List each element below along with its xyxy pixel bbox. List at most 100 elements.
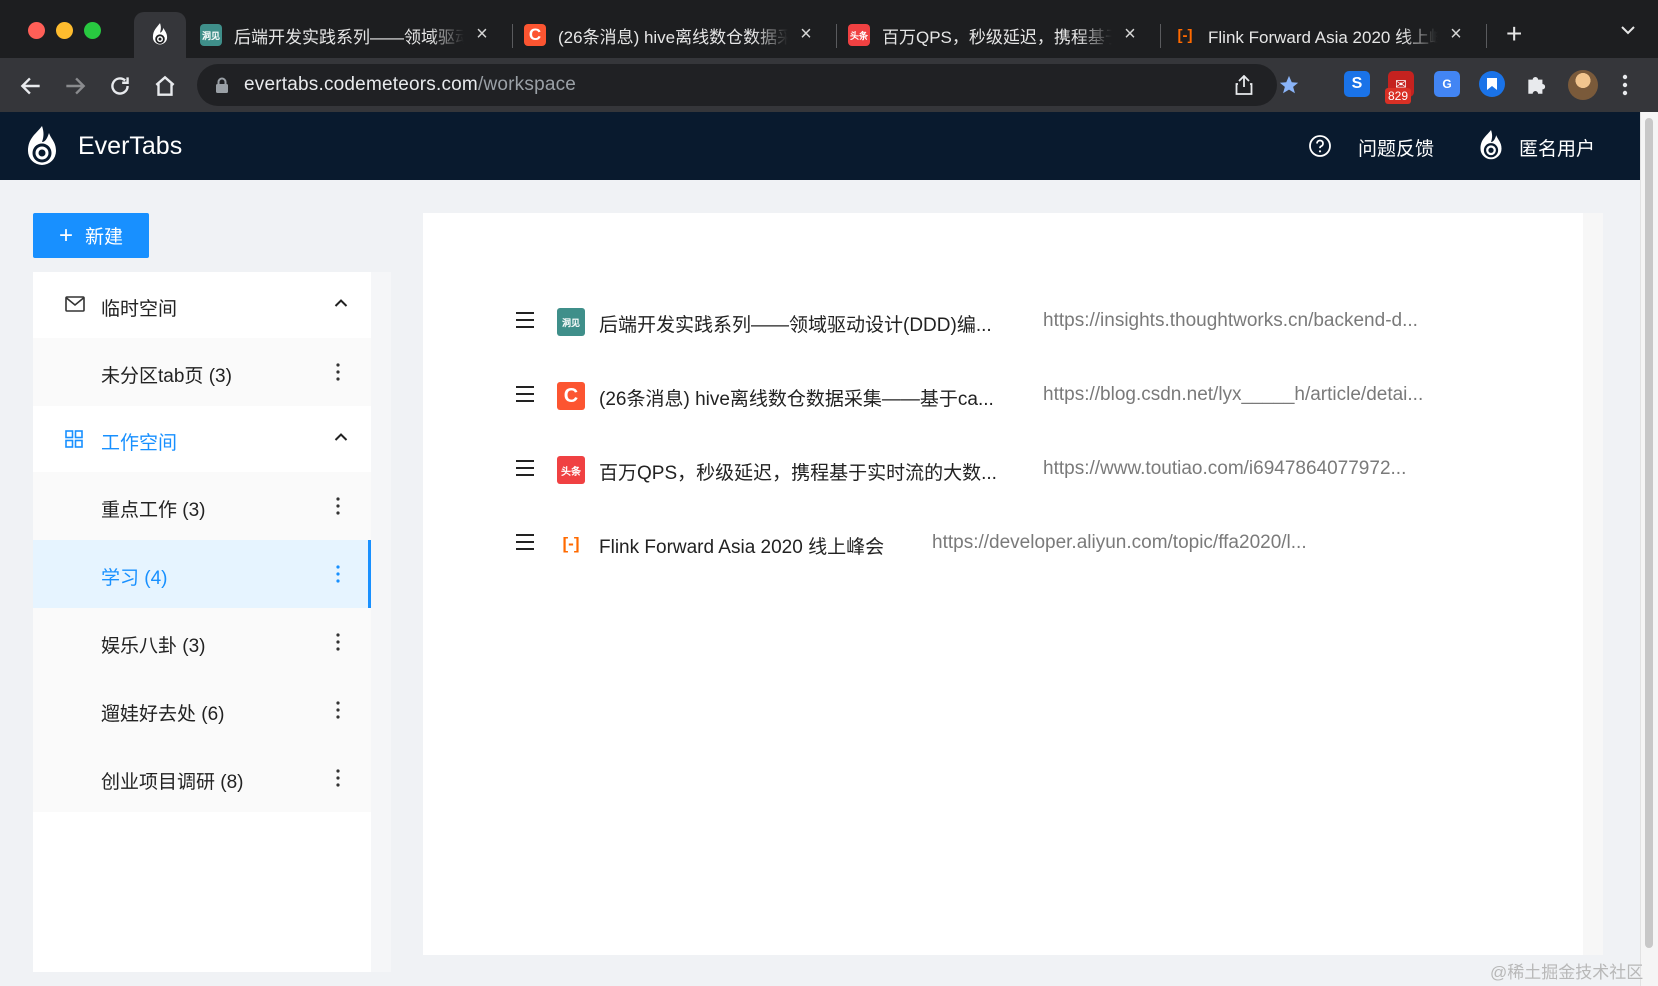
- mail-icon: [65, 296, 85, 312]
- content-edge: [1583, 213, 1603, 955]
- share-icon[interactable]: [1235, 75, 1253, 95]
- browser-tab-aliyun[interactable]: [-] Flink Forward Asia 2020 线上峰会 ×: [1174, 12, 1474, 58]
- tab-title[interactable]: (26条消息) hive离线数仓数据采集——基于ca...: [599, 384, 994, 411]
- brand-name[interactable]: EverTabs: [78, 132, 182, 161]
- help-circle-icon[interactable]: [1308, 134, 1332, 158]
- evertabs-logo-icon[interactable]: [22, 124, 62, 168]
- tab-url[interactable]: https://www.toutiao.com/i6947864077972..…: [1043, 458, 1406, 480]
- browser-tab-thoughtworks[interactable]: 洞见 后端开发实践系列——领域驱动设计 ×: [200, 12, 500, 58]
- browser-tab-bar: 洞见 后端开发实践系列——领域驱动设计 × C (26条消息) hive离线数仓…: [0, 0, 1658, 58]
- close-tab-icon[interactable]: ×: [796, 24, 816, 44]
- sidebar-item-label: 创业项目调研 (8): [101, 772, 244, 793]
- bookmark-star-icon[interactable]: [1278, 74, 1300, 96]
- reload-icon[interactable]: [107, 73, 133, 99]
- grid-icon: [65, 430, 83, 448]
- page-scrollbar-thumb[interactable]: [1645, 118, 1653, 948]
- sidebar-item-kids-places[interactable]: 遛娃好去处 (6): [33, 676, 371, 744]
- username[interactable]: 匿名用户: [1519, 134, 1595, 161]
- tab-url[interactable]: https://insights.thoughtworks.cn/backend…: [1043, 310, 1418, 332]
- home-icon[interactable]: [152, 73, 178, 99]
- sidebar-group-label: 临时空间: [101, 299, 178, 320]
- chevron-up-icon[interactable]: [334, 432, 348, 442]
- browser-tab-csdn[interactable]: C (26条消息) hive离线数仓数据采集 ×: [524, 12, 824, 58]
- more-vertical-icon[interactable]: [335, 495, 341, 517]
- more-vertical-icon[interactable]: [335, 361, 341, 383]
- close-tab-icon[interactable]: ×: [1446, 24, 1466, 44]
- drag-handle-icon[interactable]: [515, 533, 535, 551]
- tab-url[interactable]: https://developer.aliyun.com/topic/ffa20…: [932, 532, 1307, 554]
- more-vertical-icon[interactable]: [335, 631, 341, 653]
- sidebar-item-untabbed[interactable]: 未分区tab页 (3): [33, 338, 371, 406]
- chevron-up-icon[interactable]: [334, 298, 348, 308]
- sidebar-item-label: 学习 (4): [101, 568, 168, 589]
- drag-handle-icon[interactable]: [515, 459, 535, 477]
- close-window-button[interactable]: [28, 22, 45, 39]
- sidebar-item-key-work[interactable]: 重点工作 (3): [33, 472, 371, 540]
- thoughtworks-icon: 洞见: [200, 24, 222, 46]
- tab-list-item[interactable]: 头条 百万QPS，秒级延迟，携程基于实时流的大数... https://www.…: [423, 449, 1603, 489]
- browser-tab-toutiao[interactable]: 头条 百万QPS，秒级延迟，携程基于实时 ×: [848, 12, 1148, 58]
- sogou-extension-icon[interactable]: S: [1344, 71, 1370, 97]
- tab-title: 百万QPS，秒级延迟，携程基于实时: [882, 27, 1112, 47]
- user-avatar-icon[interactable]: [1476, 128, 1506, 162]
- sidebar-item-label: 重点工作 (3): [101, 500, 206, 521]
- profile-avatar[interactable]: [1568, 70, 1598, 100]
- app-header: EverTabs 问题反馈 匿名用户: [0, 112, 1640, 180]
- drag-handle-icon[interactable]: [515, 385, 535, 403]
- minimize-window-button[interactable]: [56, 22, 73, 39]
- back-arrow-icon[interactable]: [18, 73, 44, 99]
- new-button[interactable]: + 新建: [33, 213, 149, 258]
- aliyun-icon: [-]: [1177, 26, 1193, 44]
- more-vertical-icon[interactable]: [335, 699, 341, 721]
- sidebar-group-label: 工作空间: [101, 433, 178, 454]
- feedback-link[interactable]: 问题反馈: [1358, 134, 1434, 161]
- tab-list-item[interactable]: 洞见 后端开发实践系列——领域驱动设计(DDD)编... https://ins…: [423, 301, 1603, 341]
- sidebar-item-startup-research[interactable]: 创业项目调研 (8): [33, 744, 371, 812]
- evertabs-logo-icon: [152, 23, 168, 45]
- thoughtworks-icon: 洞见: [557, 308, 585, 336]
- csdn-icon: C: [524, 24, 546, 46]
- bookmark-extension-icon[interactable]: [1479, 71, 1505, 97]
- aliyun-icon: [-]: [562, 534, 580, 553]
- sidebar-group-workspace[interactable]: 工作空间: [33, 406, 371, 472]
- browser-tab-evertabs[interactable]: [134, 12, 186, 58]
- tab-title: 后端开发实践系列——领域驱动设计: [234, 27, 464, 47]
- sidebar-item-gossip[interactable]: 娱乐八卦 (3): [33, 608, 371, 676]
- tab-url[interactable]: https://blog.csdn.net/lyx_____h/article/…: [1043, 384, 1423, 406]
- new-tab-button[interactable]: +: [1506, 20, 1522, 48]
- watermark: @稀土掘金技术社区: [1490, 963, 1644, 982]
- tab-title[interactable]: Flink Forward Asia 2020 线上峰会: [599, 532, 884, 559]
- more-vertical-icon[interactable]: [335, 563, 341, 585]
- tab-title: (26条消息) hive离线数仓数据采集: [558, 27, 788, 47]
- tab-list-panel: 洞见 后端开发实践系列——领域驱动设计(DDD)编... https://ins…: [423, 213, 1603, 955]
- sidebar-item-study[interactable]: 学习 (4): [33, 540, 371, 608]
- plus-icon: +: [58, 221, 73, 249]
- more-vertical-icon[interactable]: [1622, 74, 1628, 96]
- close-tab-icon[interactable]: ×: [1120, 24, 1140, 44]
- address-bar[interactable]: evertabs.codemeteors.com/workspace: [197, 64, 1299, 106]
- lock-icon[interactable]: [215, 77, 229, 93]
- forward-arrow-icon[interactable]: [62, 73, 88, 99]
- browser-toolbar: evertabs.codemeteors.com/workspace S ✉ G: [0, 58, 1658, 112]
- more-vertical-icon[interactable]: [335, 767, 341, 789]
- tab-title[interactable]: 后端开发实践系列——领域驱动设计(DDD)编...: [599, 310, 992, 337]
- chevron-down-icon[interactable]: [1620, 24, 1636, 36]
- csdn-icon: C: [557, 382, 585, 410]
- toutiao-icon: 头条: [848, 24, 870, 46]
- sidebar-item-label: 遛娃好去处 (6): [101, 704, 225, 725]
- close-tab-icon[interactable]: ×: [472, 24, 492, 44]
- tab-list-item[interactable]: [-] Flink Forward Asia 2020 线上峰会 https:/…: [423, 523, 1603, 563]
- puzzle-extensions-icon[interactable]: [1524, 71, 1550, 97]
- sidebar: 临时空间 未分区tab页 (3) 工作空间 重点工作 (3) 学习 (4) 娱乐…: [33, 272, 371, 972]
- sidebar-item-label: 娱乐八卦 (3): [101, 636, 206, 657]
- new-button-label: 新建: [85, 227, 124, 248]
- maximize-window-button[interactable]: [84, 22, 101, 39]
- tab-list-item[interactable]: C (26条消息) hive离线数仓数据采集——基于ca... https://…: [423, 375, 1603, 415]
- sidebar-item-label: 未分区tab页 (3): [101, 366, 232, 387]
- tab-title[interactable]: 百万QPS，秒级延迟，携程基于实时流的大数...: [599, 458, 997, 485]
- drag-handle-icon[interactable]: [515, 311, 535, 329]
- translate-extension-icon[interactable]: G: [1434, 71, 1460, 97]
- mail-badge: 829: [1385, 88, 1412, 104]
- toutiao-icon: 头条: [557, 456, 585, 484]
- sidebar-group-temporary[interactable]: 临时空间: [33, 272, 371, 338]
